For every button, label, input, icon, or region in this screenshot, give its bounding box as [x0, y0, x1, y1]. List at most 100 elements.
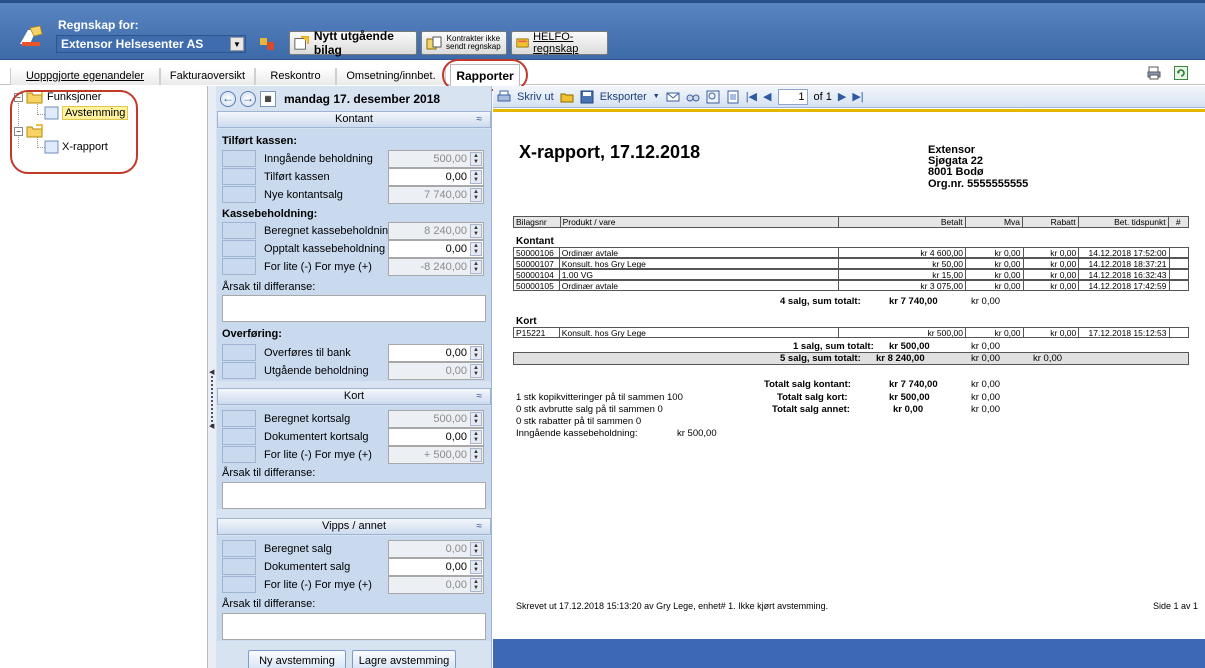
tab-uoppgjorte-label: Uoppgjorte egenandeler: [25, 70, 145, 82]
cell: kr 0,00: [965, 280, 1024, 291]
tab-omsetning[interactable]: Omsetning/innbet.: [336, 68, 446, 85]
open-folder-icon[interactable]: [560, 90, 574, 104]
panel-splitter[interactable]: ◀ ◀: [208, 86, 216, 668]
field-dok-vipps[interactable]: 0,00 ▲ ▼: [388, 558, 484, 576]
chevron-down-icon[interactable]: ▼: [230, 37, 244, 51]
kort-sum-label: 1 salg, sum totalt:: [793, 341, 874, 352]
spinner-icon[interactable]: ▲ ▼: [470, 346, 482, 360]
table-row: 50000107 Konsult. hos Gry Lege kr 50,00 …: [513, 258, 1189, 269]
first-page-icon[interactable]: |◀: [746, 90, 757, 103]
cell: [1169, 258, 1189, 269]
company-select[interactable]: Extensor Helsesenter AS ▼: [56, 35, 246, 53]
total-kort-value: kr 500,00: [889, 392, 930, 403]
page-setup-icon[interactable]: [726, 90, 740, 104]
report-page: [493, 109, 1205, 639]
spinner-icon[interactable]: ▲ ▼: [470, 430, 482, 444]
last-page-icon[interactable]: ▶|: [852, 90, 863, 103]
new-voucher-button[interactable]: Nytt utgående bilag: [289, 29, 417, 57]
section-header-kontant[interactable]: Kontant ≈: [217, 111, 491, 128]
page-number-input[interactable]: 1: [777, 88, 808, 105]
find-icon[interactable]: [686, 90, 700, 104]
total-annet-value: kr 0,00: [893, 404, 924, 415]
cell: kr 0,00: [965, 327, 1024, 338]
spinner-icon: ▲ ▼: [470, 224, 482, 238]
section-header-vipps[interactable]: Vipps / annet ≈: [217, 518, 491, 535]
field-forlite-kort-value: + 500,00: [423, 449, 467, 461]
export-label[interactable]: Eksporter: [600, 91, 647, 103]
row-indicator: [222, 258, 256, 275]
arsak-input-vipps[interactable]: [222, 613, 486, 640]
field-tilfort-value: 0,00: [445, 171, 467, 183]
row-indicator: [222, 410, 256, 427]
note-avbrutte: 0 stk avbrutte salg på til sammen 0: [516, 404, 663, 415]
page-of-label: of 1: [813, 90, 832, 103]
splitter-grip[interactable]: [211, 376, 213, 426]
zoom-icon[interactable]: [706, 90, 720, 104]
collapse-chevron-icon[interactable]: ≈: [477, 519, 483, 534]
new-reconciliation-button[interactable]: Ny avstemming: [248, 650, 346, 668]
row-indicator: [222, 576, 256, 593]
report-address-line3: 8001 Bodø: [928, 166, 984, 178]
cell: kr 0,00: [965, 247, 1024, 258]
total-annet-mva: kr 0,00: [971, 404, 1001, 415]
print-icon[interactable]: [1147, 66, 1161, 80]
new-voucher-label: Nytt utgående bilag: [313, 29, 394, 57]
col-nr: #: [1175, 217, 1181, 227]
spinner-icon[interactable]: ▲ ▼: [470, 560, 482, 574]
field-nye-value: 7 740,00: [424, 189, 467, 201]
save-reconciliation-button[interactable]: Lagre avstemming: [352, 650, 456, 668]
collapse-chevron-icon[interactable]: ≈: [477, 389, 483, 404]
cell: Ordinær avtale: [559, 247, 840, 258]
helfo-button[interactable]: HELFO-regnskap: [511, 31, 608, 55]
field-inngaende-value: 500,00: [433, 153, 467, 165]
arrow-left-icon[interactable]: ←: [220, 91, 236, 107]
contracts-icon: [426, 36, 442, 50]
cell: P15221: [513, 327, 560, 338]
app-logo-icon: [20, 25, 43, 46]
printer-icon[interactable]: [497, 90, 511, 104]
spinner-icon[interactable]: ▲ ▼: [470, 170, 482, 184]
arsak-input-kontant[interactable]: [222, 295, 486, 322]
section-title-vipps: Vipps / annet: [321, 520, 386, 532]
field-utgaende: 0,00 ▲ ▼: [388, 362, 484, 380]
report-address-line4: Org.nr. 5555555555: [928, 178, 1029, 190]
report-printed-note: Skrevet ut 17.12.2018 15:13:20 av Gry Le…: [516, 601, 829, 611]
spinner-icon[interactable]: ▲ ▼: [470, 242, 482, 256]
section-header-kort[interactable]: Kort ≈: [217, 388, 491, 405]
field-opptalt[interactable]: 0,00 ▲ ▼: [388, 240, 484, 258]
users-icon[interactable]: [257, 34, 277, 54]
save-icon[interactable]: [580, 90, 594, 104]
grand-total-label: 5 salg, sum totalt:: [780, 353, 861, 364]
prev-page-icon[interactable]: ◀: [763, 90, 771, 103]
contracts-not-sent-button[interactable]: Kontrakter ikke sendt regnskap: [421, 31, 507, 55]
total-kort-mva: kr 0,00: [971, 392, 1001, 403]
field-dok-kort[interactable]: 0,00 ▲ ▼: [388, 428, 484, 446]
export-dropdown-icon[interactable]: ▼: [653, 93, 660, 100]
field-dok-kort-value: 0,00: [445, 431, 467, 443]
tab-uoppgjorte[interactable]: Uoppgjorte egenandeler: [10, 68, 160, 85]
print-label[interactable]: Skriv ut: [517, 91, 554, 103]
collapse-chevron-icon[interactable]: ≈: [477, 112, 483, 127]
tab-fakturaoversikt[interactable]: Fakturaoversikt: [160, 68, 255, 85]
field-beregnet-kasse-value: 8 240,00: [424, 225, 467, 237]
note-rabatter: 0 stk rabatter på til sammen 0: [516, 416, 642, 427]
cell: kr 0,00: [1023, 327, 1080, 338]
tab-reskontro[interactable]: Reskontro: [255, 68, 336, 85]
kontant-sum-value: kr 7 740,00: [889, 296, 938, 307]
refresh-icon[interactable]: [1174, 66, 1188, 80]
field-tilfort[interactable]: 0,00 ▲ ▼: [388, 168, 484, 186]
report-footer-bar: [493, 639, 1205, 668]
arsak-input-kort[interactable]: [222, 482, 486, 509]
label-utgaende: Utgående beholdning: [264, 365, 369, 377]
next-page-icon[interactable]: ▶: [838, 90, 846, 103]
calendar-icon[interactable]: ▦: [260, 91, 276, 107]
report-toolbar: Skriv ut Eksporter ▼ |◀ ◀ 1 of 1 ▶ ▶|: [493, 86, 1205, 108]
field-bank[interactable]: 0,00 ▲ ▼: [388, 344, 484, 362]
cell: Konsult. hos Gry Lege: [559, 327, 840, 338]
total-annet-label: Totalt salg annet:: [772, 404, 850, 415]
email-icon[interactable]: [666, 90, 680, 104]
helfo-icon: [516, 38, 529, 48]
cell: kr 15,00: [839, 269, 966, 280]
arrow-right-icon[interactable]: →: [240, 91, 256, 107]
row-indicator: [222, 240, 256, 257]
